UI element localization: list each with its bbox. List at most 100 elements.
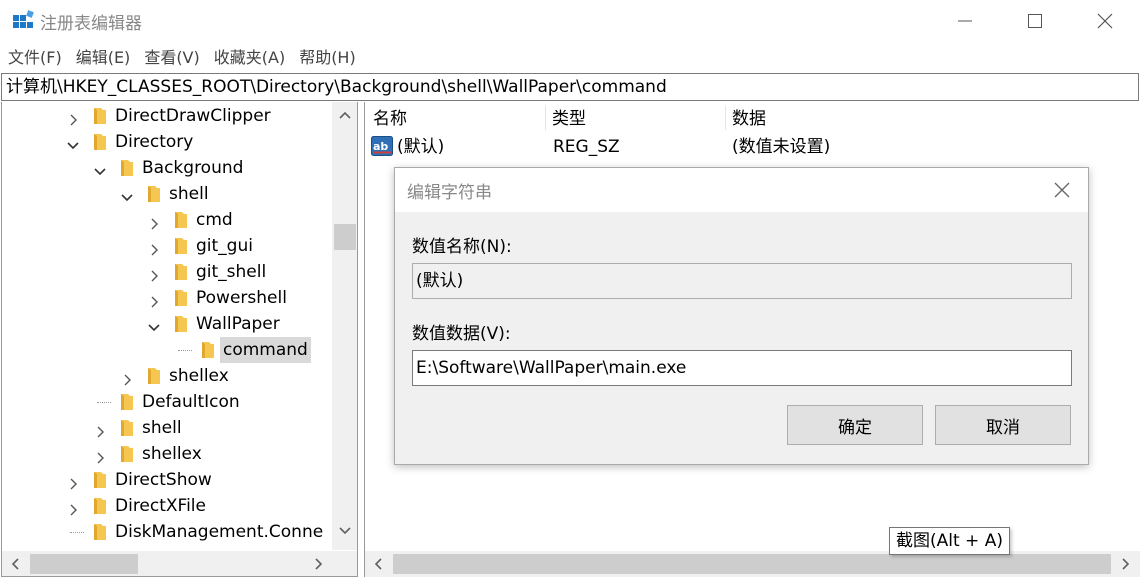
tree-horizontal-scrollbar[interactable]	[2, 551, 332, 576]
tree-item-label[interactable]: command	[220, 337, 311, 363]
svg-text:ab: ab	[373, 140, 388, 153]
scroll-up-icon[interactable]	[339, 110, 351, 120]
tree-item[interactable]: Powershell	[2, 285, 332, 311]
tree-item-label[interactable]: Directory	[112, 129, 196, 155]
chevron-down-icon[interactable]	[93, 161, 107, 176]
scroll-right-icon[interactable]	[1121, 558, 1131, 570]
tree-connector	[178, 350, 192, 351]
close-button[interactable]	[1070, 0, 1140, 42]
column-header-type[interactable]: 类型	[552, 106, 586, 132]
tree-item-label[interactable]: shellex	[166, 363, 232, 389]
tree-item-label[interactable]: Background	[139, 155, 246, 181]
value-data-label: 数值数据(V):	[412, 324, 511, 344]
tree-item-label[interactable]: Powershell	[193, 285, 290, 311]
ok-button[interactable]: 确定	[787, 405, 923, 445]
folder-icon	[92, 497, 108, 515]
value-data-input[interactable]	[412, 350, 1072, 386]
tree-item[interactable]: DiskManagement.Conne	[2, 519, 332, 545]
tree-item[interactable]: WallPaper	[2, 311, 332, 337]
menu-help[interactable]: 帮助(H)	[291, 44, 362, 72]
column-header-name[interactable]: 名称	[373, 106, 407, 132]
tree-item-label[interactable]: DirectShow	[112, 467, 215, 493]
chevron-right-icon[interactable]	[66, 499, 80, 516]
tree-item[interactable]: shell	[2, 181, 332, 207]
value-name-label: 数值名称(N):	[412, 237, 512, 257]
window-title: 注册表编辑器	[40, 14, 142, 34]
tree-vertical-scroll-thumb[interactable]	[334, 224, 356, 250]
tree-item[interactable]: git_shell	[2, 259, 332, 285]
tree-item[interactable]: Background	[2, 155, 332, 181]
chevron-right-icon[interactable]	[93, 447, 107, 464]
minimize-button[interactable]	[930, 0, 1000, 42]
values-horizontal-scroll-thumb[interactable]	[393, 554, 1111, 574]
dialog-close-icon[interactable]	[1050, 178, 1074, 202]
column-separator[interactable]	[545, 106, 546, 130]
scroll-left-icon[interactable]	[10, 558, 20, 570]
folder-icon	[173, 289, 189, 307]
tree-item-label[interactable]: shell	[166, 181, 212, 207]
folder-icon	[146, 185, 162, 203]
tree-item-label[interactable]: shell	[139, 415, 185, 441]
tree-item[interactable]: DefaultIcon	[2, 389, 332, 415]
tree-item[interactable]: git_gui	[2, 233, 332, 259]
dialog-title-bar[interactable]: 编辑字符串	[395, 168, 1088, 212]
chevron-right-icon[interactable]	[147, 213, 161, 230]
tree-horizontal-scroll-thumb[interactable]	[30, 554, 138, 574]
value-row-type: REG_SZ	[553, 137, 620, 157]
tree-item-label[interactable]: git_gui	[193, 233, 256, 259]
values-horizontal-scrollbar[interactable]	[365, 551, 1140, 577]
chevron-right-icon[interactable]	[147, 265, 161, 282]
chevron-right-icon[interactable]	[147, 291, 161, 308]
column-separator[interactable]	[725, 106, 726, 130]
tree-item-label[interactable]: git_shell	[193, 259, 269, 285]
tree-item[interactable]: shellex	[2, 363, 332, 389]
chevron-right-icon[interactable]	[147, 239, 161, 256]
chevron-right-icon[interactable]	[93, 421, 107, 438]
tree-item[interactable]: DirectXFile	[2, 493, 332, 519]
tree-item[interactable]: shell	[2, 415, 332, 441]
scroll-down-icon[interactable]	[339, 526, 351, 536]
tree-item-label[interactable]: shellex	[139, 441, 205, 467]
menu-edit[interactable]: 编辑(E)	[68, 44, 137, 72]
tree-item-label[interactable]: DirectXFile	[112, 493, 209, 519]
chevron-down-icon[interactable]	[66, 135, 80, 150]
value-row-name[interactable]: (默认)	[397, 134, 444, 160]
menu-view[interactable]: 查看(V)	[136, 44, 205, 72]
tree-item-label[interactable]: cmd	[193, 207, 236, 233]
tree-item-label[interactable]: WallPaper	[193, 311, 283, 337]
folder-icon	[119, 159, 135, 177]
chevron-down-icon[interactable]	[147, 317, 161, 332]
tree-item-label[interactable]: DefaultIcon	[139, 389, 243, 415]
cancel-button[interactable]: 取消	[935, 405, 1071, 445]
maximize-button[interactable]	[1000, 0, 1070, 42]
tree-vertical-scrollbar[interactable]	[332, 102, 357, 550]
tree-item[interactable]: shellex	[2, 441, 332, 467]
tree-item[interactable]: cmd	[2, 207, 332, 233]
scroll-left-icon[interactable]	[373, 558, 383, 570]
ab-string-icon: ab	[371, 136, 393, 156]
tree-item[interactable]: Directory	[2, 129, 332, 155]
chevron-down-icon[interactable]	[120, 187, 134, 202]
tree-connector	[70, 532, 84, 533]
menu-bar: 文件(F) 编辑(E) 查看(V) 收藏夹(A) 帮助(H)	[0, 44, 362, 72]
chevron-right-icon[interactable]	[66, 109, 80, 126]
address-bar[interactable]: 计算机\HKEY_CLASSES_ROOT\Directory\Backgrou…	[1, 73, 1139, 101]
chevron-right-icon[interactable]	[66, 473, 80, 490]
folder-icon	[92, 471, 108, 489]
tree-item-label[interactable]: DirectDrawClipper	[112, 103, 274, 129]
tree-item[interactable]: DirectDrawClipper	[2, 103, 332, 129]
column-header-data[interactable]: 数据	[732, 106, 766, 132]
scroll-right-icon[interactable]	[314, 558, 324, 570]
menu-file[interactable]: 文件(F)	[0, 44, 68, 72]
folder-icon	[119, 393, 135, 411]
menu-favorites[interactable]: 收藏夹(A)	[206, 44, 291, 72]
value-row-data: (数值未设置)	[732, 137, 831, 157]
tree-item[interactable]: command	[2, 337, 332, 363]
maximize-icon	[1028, 14, 1042, 28]
chevron-right-icon[interactable]	[120, 369, 134, 386]
tree-item[interactable]: DirectShow	[2, 467, 332, 493]
folder-icon	[200, 341, 216, 359]
folder-icon	[92, 107, 108, 125]
tree-item-label[interactable]: DiskManagement.Conne	[112, 519, 326, 545]
tree-connector	[97, 402, 111, 403]
